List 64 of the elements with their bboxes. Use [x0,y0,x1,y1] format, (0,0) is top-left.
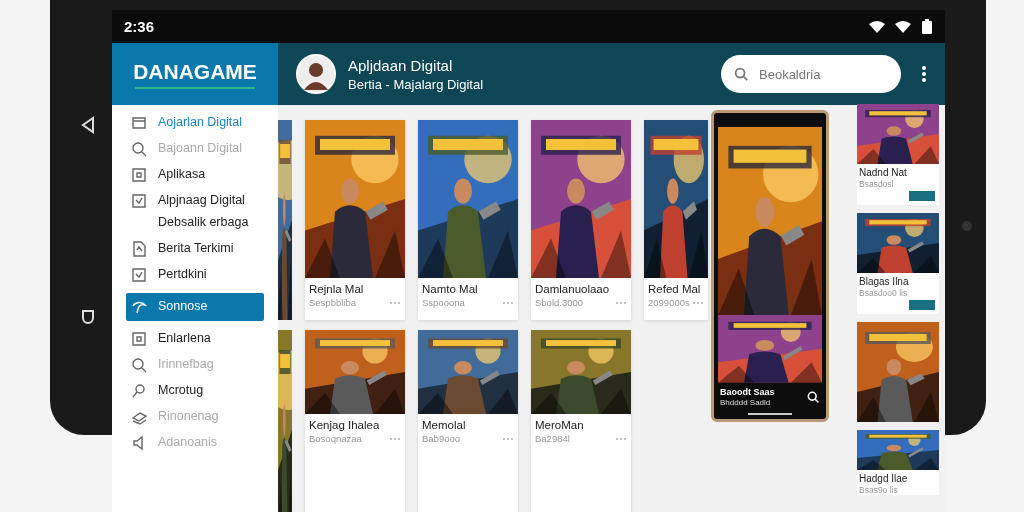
check-icon [130,192,148,210]
back-icon[interactable] [80,116,96,134]
doc-icon [130,240,148,258]
status-time: 2:36 [124,18,155,35]
card-title: Namto Mal [421,282,479,297]
search-field[interactable]: Beokaldria [721,55,901,93]
sidebar-item[interactable]: Enlarlena [126,327,264,351]
card-subtitle: Bsasdoo0 lis [858,288,909,298]
game-card[interactable]: Blagas Ilna Bsasdoo0 lis [857,213,939,314]
card-subtitle: Bsas9o lis [858,485,899,495]
card-title: Nadnd Nat [858,166,908,179]
sidebar-item[interactable]: Mcrotug [126,379,264,403]
card-subtitle: Ba2984l [535,433,570,444]
card-subtitle: Bosoqnazaa [309,433,362,444]
search-icon [130,356,148,374]
search-icon[interactable] [806,390,820,405]
app-subtitle: Bertia - Majalarg Digital [348,76,485,92]
sidebar-item[interactable]: Aojarlan Digital [126,111,264,135]
check-icon [130,266,148,284]
card-subtitle: Sbold.3000 [535,297,584,308]
card-title: Damlanuolaao [534,282,611,297]
sidebar-item[interactable]: Pertdkini [126,263,264,287]
card-button[interactable] [909,300,935,310]
card-subtitle: Bab9ooo [422,433,461,444]
sidebar-item[interactable]: Sonnose [126,293,264,321]
card-subtitle: Bsasdosl [858,179,895,189]
game-card[interactable]: Namto Mal Sspooona [418,120,518,320]
card-subtitle: Sspooona [422,297,465,308]
sidebar-item[interactable]: Aplikasa [126,163,264,187]
game-card[interactable]: Nadnd Nat Bsasdosl [857,104,939,205]
home-indicator [748,413,792,415]
game-card[interactable]: Kenjag Ihalea Bosoqnazaa [305,330,405,512]
game-card[interactable]: Refed Mal 2099000s [644,120,708,320]
logo[interactable]: DANAGAME [133,59,257,84]
search-icon [130,140,148,158]
game-card[interactable]: Hadgd Ilae Bsas9o lis [857,430,939,495]
card-title: Memolal [421,418,467,433]
game-card[interactable]: Rejnla Mal Sespbbliba [305,120,405,320]
card-subtitle: Sespbbliba [309,297,356,308]
card-button[interactable] [909,191,935,201]
home-icon[interactable] [80,308,96,326]
sidebar-item[interactable]: Alpjnaag Digital Debsalik erbaga [126,189,264,235]
calendar-icon [130,114,148,132]
sidebar-item[interactable]: Berita Terkimi [126,237,264,261]
pin-icon [130,382,148,400]
game-card[interactable]: Memolal Bab9ooo [418,330,518,512]
card-title: MeroMan [534,418,585,433]
card-title: Blagas Ilna [858,275,910,288]
card-title: Kenjag Ihalea [308,418,381,433]
phone-subtitle: Bhdddd Sadld [720,398,772,408]
phone-title: Baoodt Saas [720,387,775,398]
avatar-icon[interactable] [296,54,336,94]
battery-icon [921,18,933,35]
card-title: Hadgd Ilae [858,472,909,485]
more-icon[interactable] [921,65,927,83]
search-icon [733,66,749,82]
card-subtitle: 2099000s [648,297,690,308]
game-card[interactable]: Damlanuolaao Sbold.3000 [531,120,631,320]
wifi-icon [869,20,885,33]
app-title: Apljdaan Digital [348,56,454,74]
card-title: Rejnla Mal [308,282,365,297]
card-title: Refed Mal [647,282,702,297]
game-card[interactable]: MeroMan Ba2984l [531,330,631,512]
camera-icon [962,221,972,231]
